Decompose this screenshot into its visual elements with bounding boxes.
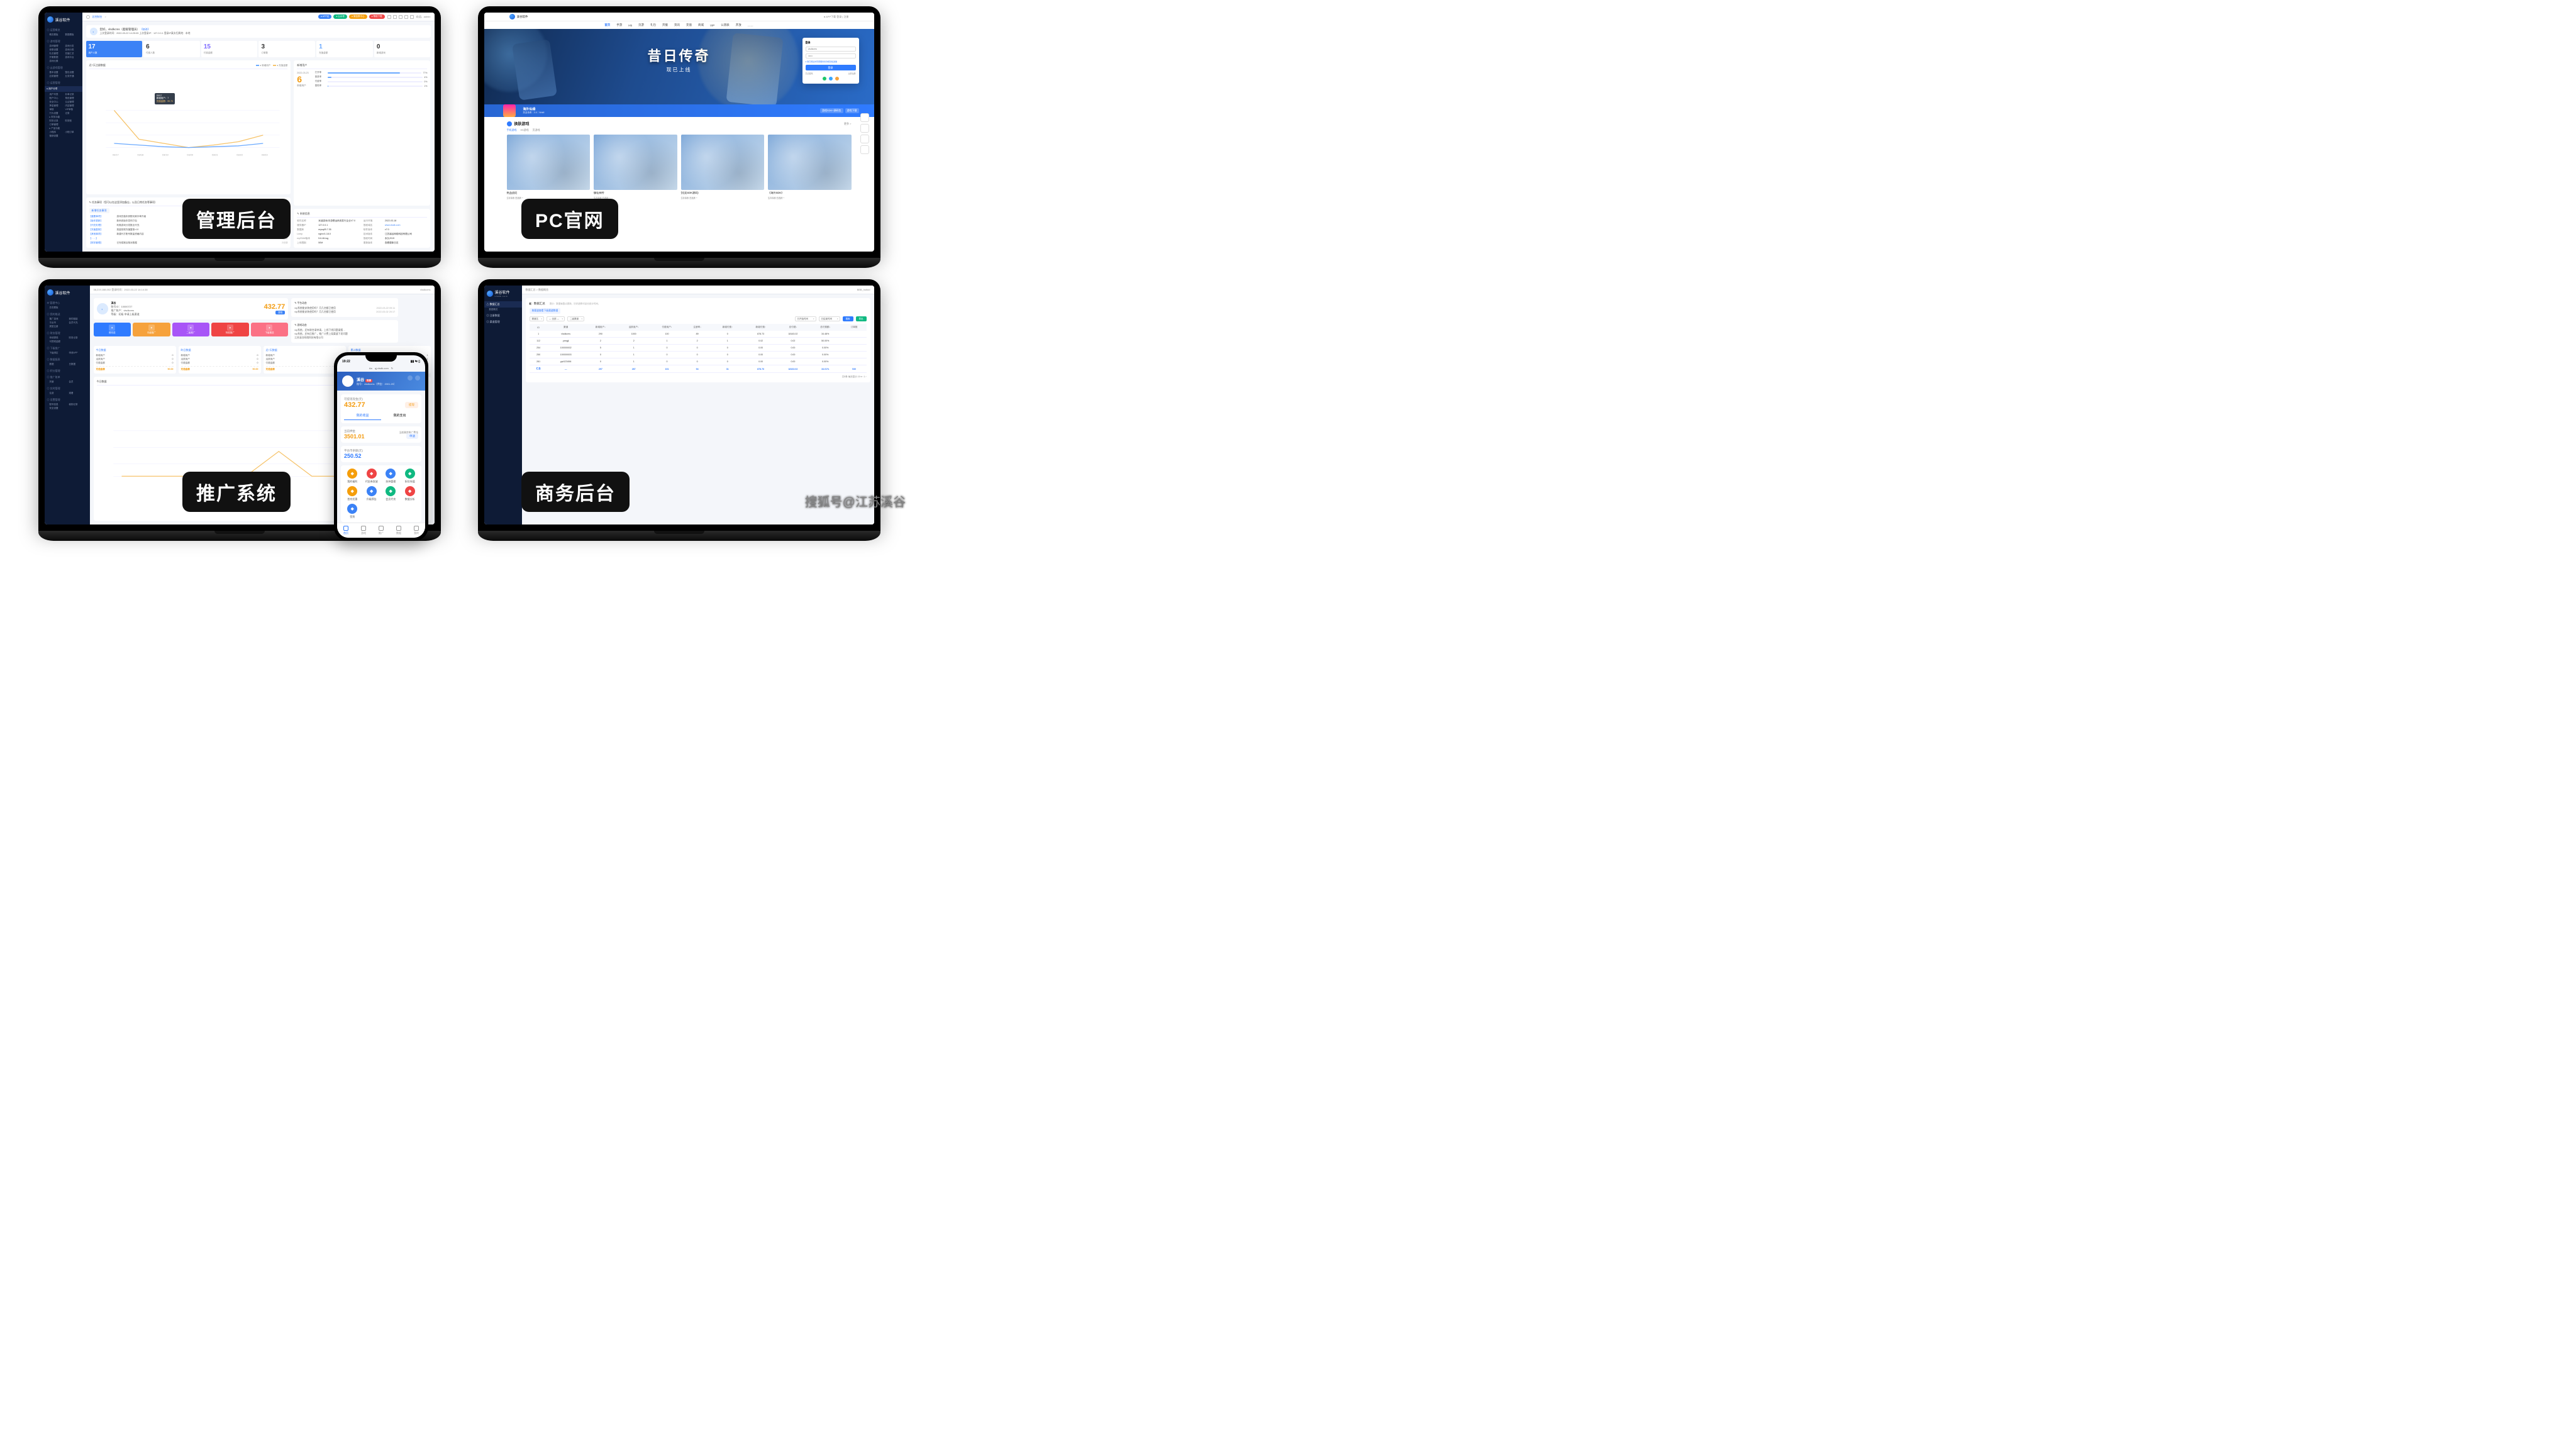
profile-card: ◐ 溪谷 账号ID：10000727 推广账户：vlsdkcms 等级：初级 申… bbox=[94, 298, 289, 319]
action-button[interactable]: ◆签到 bbox=[344, 504, 361, 519]
hero-banner[interactable]: 昔日传奇现已上线 登录 ● 我已阅读并同意服务条款和隐私政策 登录 忘记密码立即… bbox=[484, 29, 874, 104]
select[interactable]: 渠道名 bbox=[530, 316, 545, 321]
game-card[interactable]: 热血战纪生存探索 四选其一 bbox=[507, 135, 591, 199]
svg-text:03/21: 03/21 bbox=[211, 153, 218, 157]
svg-text:03/23: 03/23 bbox=[261, 153, 268, 157]
action-button[interactable]: ◈中级推广 bbox=[133, 323, 170, 336]
svg-text:03/19: 03/19 bbox=[162, 153, 168, 157]
action-button[interactable]: ◆折扣充值 bbox=[402, 469, 419, 484]
apply-button[interactable]: 申请 bbox=[406, 433, 418, 439]
topbar: 总控制台 > ● APP站 ● 公众号 ● 微信群中心 ● 帮助下载 欢迎，ad… bbox=[82, 13, 435, 21]
action-button[interactable]: ◆数据分析 bbox=[402, 486, 419, 501]
avatar-icon: ◐ bbox=[97, 303, 108, 314]
nav-group[interactable]: ◎ 云游戏管理 bbox=[45, 64, 82, 70]
game-card[interactable]: 剑(无SDK源码)生存探索 四选其一 bbox=[681, 135, 765, 199]
brand: 溪谷软件 bbox=[45, 15, 82, 26]
date-input[interactable]: 日开始时间 bbox=[795, 316, 816, 321]
table-row[interactable]: 254100000002510000.000.000.00% bbox=[530, 345, 867, 352]
line-chart-card: 近7天注册数据 ● 新增用户● 充值金额 bbox=[86, 60, 291, 194]
action-button[interactable]: ◈下级推送 bbox=[251, 323, 289, 336]
breadcrumb: 数据汇总 > 数据概览 bbox=[526, 288, 549, 292]
laptop-label: 商务后台 bbox=[521, 472, 630, 512]
game-card[interactable]: 御仙神传生存探索 四选其一 bbox=[594, 135, 677, 199]
nav-group[interactable]: ◎ 运营概览 bbox=[45, 26, 82, 33]
nav-item[interactable]: 数据看板 bbox=[65, 33, 80, 36]
tab[interactable]: 总控制台 bbox=[92, 15, 103, 19]
svg-text:03/22: 03/22 bbox=[236, 153, 243, 157]
url-bar[interactable]: qj.vlsdk.com bbox=[375, 367, 389, 370]
search-button[interactable]: 搜索 bbox=[843, 316, 853, 321]
tab[interactable]: 我的收益 bbox=[344, 411, 381, 420]
pagination[interactable]: 共5条 每页显示 15 ▾ ‹ 1 › bbox=[530, 373, 867, 379]
nav-item[interactable]: 概览看板 bbox=[50, 33, 64, 36]
notice-card: ✎ 平台动态 vlp系统能安装使用吗？月几名额已使用2022-03-22 09:… bbox=[291, 298, 398, 317]
sub-tab[interactable]: 按渠道查看下级渠道数据 bbox=[530, 308, 561, 314]
nav-group[interactable]: ◎ 游戏管理 bbox=[45, 38, 82, 44]
float-tools[interactable] bbox=[860, 113, 869, 154]
laptop-label: PC官网 bbox=[521, 199, 618, 239]
table-row[interactable]: 281yyd123456010000.000.000.00% bbox=[530, 358, 867, 365]
select[interactable]: 二级渠道 bbox=[567, 316, 584, 321]
gear-icon[interactable] bbox=[415, 375, 420, 380]
nav-group[interactable]: ◎ 运营管理 bbox=[45, 79, 82, 86]
action-button[interactable]: ◆升级预告 bbox=[364, 486, 380, 501]
avatar-icon[interactable] bbox=[342, 375, 353, 387]
tooltip: 03/17新增用户：7充值金额：99.70 bbox=[155, 93, 175, 104]
greeting-card: ◐ 您好，vlsdkcms（超级管理员） 【修改】 上次登录时间：2022-03… bbox=[86, 25, 431, 38]
add-task-button[interactable]: 新增任务事项 bbox=[89, 208, 109, 213]
user-label[interactable]: BBB_hotkid bbox=[857, 288, 870, 291]
data-table: ID渠道新增用户↓活跃用户↓付费用户↓注册率↓新增付费↑新增付费↑总付费↓总付费… bbox=[530, 324, 867, 373]
action-button[interactable]: ◆扶持管理 bbox=[382, 469, 399, 484]
search-icon[interactable] bbox=[86, 15, 90, 19]
section-icon bbox=[507, 121, 512, 126]
action-button[interactable]: ◆首充优惠 bbox=[344, 486, 361, 501]
phone-mockup: 19:22▮▮ ⇆ ▯ Aaqj.vlsdk.com↻ 溪谷热销 账号：vlsd… bbox=[334, 352, 428, 541]
password-input[interactable] bbox=[806, 53, 856, 58]
top-icons[interactable] bbox=[387, 15, 414, 19]
table-row[interactable]: 1vlsdkcms2901000100890878.7318163.0234.4… bbox=[530, 331, 867, 338]
action-button[interactable]: ◈首充送 bbox=[94, 323, 131, 336]
user-label[interactable]: vlsdkcms bbox=[420, 288, 430, 291]
sub-info-bar: 海外仙缘热血传奇｜3.0｜WuM 游戏SDK+源码包 游戏下载 bbox=[484, 104, 874, 117]
stat-row: 17用户人数 6付费人数 15付费金额 3订单数 1充值金额 0新增游戏 bbox=[86, 41, 431, 57]
export-button[interactable]: 导出 bbox=[856, 316, 867, 321]
table-row[interactable]: 112yangji221210.020.0250.00% bbox=[530, 338, 867, 345]
action-button[interactable]: ◈二级推广 bbox=[172, 323, 210, 336]
login-popup: 登录 ● 我已阅读并同意服务条款和隐私政策 登录 忘记密码立即注册 bbox=[802, 38, 859, 84]
msg-icon[interactable] bbox=[408, 375, 413, 380]
table-row[interactable]: 250100000003010000.000.000.00% bbox=[530, 352, 867, 358]
avatar-icon: ◐ bbox=[90, 28, 97, 35]
action-button[interactable]: ◆我的福利 bbox=[344, 469, 361, 484]
breadcrumb: 38,219,188,002 登录时间：2022-03-22 14:14:38 bbox=[94, 288, 148, 292]
svg-text:03/18: 03/18 bbox=[137, 153, 144, 157]
sys-info-card: ✎ 系统信息 软件名称米迪游戏/手游联运系统发行企业V7.0运行环境2022-0… bbox=[294, 209, 430, 248]
withdraw-button[interactable]: 提现 bbox=[275, 311, 285, 314]
status-time: 19:22 bbox=[342, 360, 350, 364]
action-button[interactable]: ◈特权推广 bbox=[211, 323, 249, 336]
main-nav[interactable]: 首页手游H5页游礼包开服资讯充值商城VIP公测表开放…… bbox=[484, 21, 874, 29]
game-card[interactable]: 《海外SDK》生存探索 四选其一 bbox=[768, 135, 852, 199]
svg-text:03/20: 03/20 bbox=[187, 153, 194, 157]
brand[interactable]: 溪谷软件 bbox=[509, 14, 528, 19]
tab[interactable]: 我的支出 bbox=[381, 411, 418, 420]
right-stats-card: 新增用户 2022-03-23 6 新增用户 打开率77%登录率4%付费率0%登… bbox=[294, 60, 430, 206]
laptop-label: 管理后台 bbox=[182, 199, 291, 239]
user-label[interactable]: 欢迎，admin bbox=[416, 15, 431, 19]
login-button[interactable]: 登录 bbox=[806, 65, 856, 70]
laptop-label: 推广系统 bbox=[182, 472, 291, 512]
chip[interactable]: ● APP站 bbox=[318, 14, 331, 19]
game-icon[interactable] bbox=[503, 104, 516, 117]
svg-text:03/17: 03/17 bbox=[112, 153, 118, 157]
date-input[interactable]: 日结束时间 bbox=[819, 316, 840, 321]
notice-card: ✎ 游戏动态 vlp系统，还有联合请申请，上线下线问题请报… vlp系统，还有后… bbox=[291, 320, 398, 343]
username-input[interactable] bbox=[806, 47, 856, 52]
top-right-links[interactable]: ● APP下载 登录 | 注册 bbox=[824, 15, 849, 19]
action-button[interactable]: ◆代金券发放 bbox=[364, 469, 380, 484]
action-button[interactable]: ◆会员代充 bbox=[382, 486, 399, 501]
select[interactable]: — 全部 — bbox=[547, 316, 565, 321]
biz-table-card: ◧ 数据汇总 提示：数据每整点更新，历史趋势可延长统计时间。 按渠道查看下级渠道… bbox=[526, 298, 870, 382]
watermark: 搜狐号@江苏溪谷 bbox=[805, 492, 906, 510]
withdraw-button[interactable]: 提现 bbox=[405, 402, 418, 408]
